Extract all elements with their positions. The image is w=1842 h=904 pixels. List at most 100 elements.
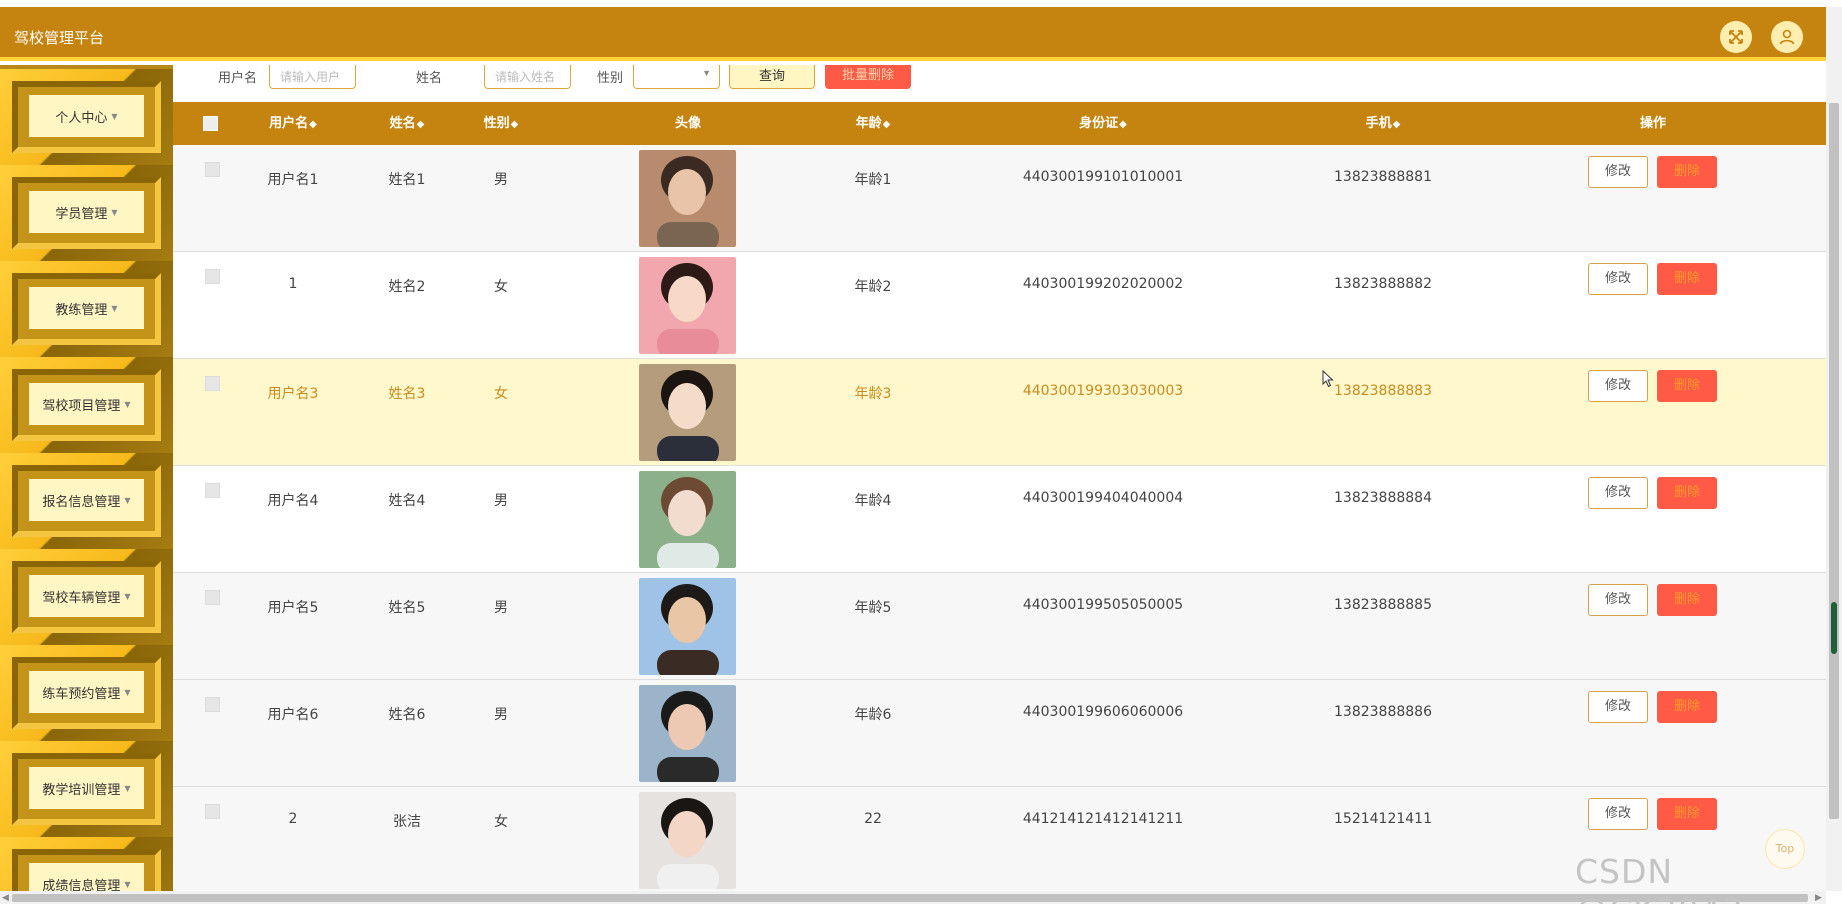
sidebar-item[interactable]: 驾校项目管理 ▼ <box>0 357 173 453</box>
sidebar-item[interactable]: 个人中心 ▼ <box>0 69 173 165</box>
cell-phone: 13823888882 <box>1334 276 1432 292</box>
table-row[interactable]: 用户名3 姓名3 女 年龄3 440300199303030003 13823888883… <box>173 359 1826 466</box>
mouse-cursor-icon <box>1322 370 1334 388</box>
edit-button[interactable]: 修改 <box>1588 156 1648 188</box>
cell-gender: 男 <box>494 600 508 616</box>
scroll-left-icon[interactable]: ◀ <box>2 892 9 903</box>
main-content: 用户名 请输入用户 姓名 请输入姓名 性别 ▼ 查询 批量删除 用户名◆ 姓名◆… <box>173 65 1826 891</box>
delete-button[interactable]: 删除 <box>1657 156 1717 188</box>
sort-icon: ◆ <box>1119 119 1127 130</box>
row-checkbox[interactable] <box>205 483 220 498</box>
cell-phone: 13823888885 <box>1334 597 1432 613</box>
row-checkbox[interactable] <box>205 804 220 819</box>
horizontal-scrollbar-thumb[interactable] <box>12 894 1808 902</box>
sidebar-item-button[interactable]: 驾校车辆管理 ▼ <box>29 575 144 617</box>
cell-username: 2 <box>288 811 298 827</box>
avatar-image <box>639 471 736 568</box>
vertical-scrollbar[interactable] <box>1826 7 1842 891</box>
cell-gender: 男 <box>494 493 508 509</box>
edit-button[interactable]: 修改 <box>1588 263 1648 295</box>
cell-id-card: 440300199101010001 <box>1022 169 1184 185</box>
select-all-checkbox[interactable] <box>203 116 218 131</box>
query-button[interactable]: 查询 <box>729 65 815 89</box>
row-checkbox[interactable] <box>205 376 220 391</box>
sidebar-item[interactable]: 报名信息管理 ▼ <box>0 453 173 549</box>
gender-select[interactable]: ▼ <box>633 65 720 89</box>
sidebar-item[interactable]: 成绩信息管理 ▼ <box>0 837 173 891</box>
col-username[interactable]: 用户名◆ <box>253 102 333 145</box>
gender-label: 性别 <box>597 71 624 86</box>
sidebar-item-button[interactable]: 学员管理 ▼ <box>29 191 144 233</box>
chevron-down-icon: ▼ <box>111 303 118 313</box>
table-header: 用户名◆ 姓名◆ 性别◆ 头像 年龄◆ 身份证◆ 手机◆ 操作 <box>173 102 1826 145</box>
avatar <box>639 257 736 354</box>
delete-button[interactable]: 删除 <box>1657 477 1717 509</box>
avatar-image <box>639 578 736 675</box>
edit-button[interactable]: 修改 <box>1588 584 1648 616</box>
cell-id-card: 440300199303030003 <box>1022 383 1184 399</box>
col-username-label: 用户名 <box>269 116 309 131</box>
cell-id-card: 441214121412141211 <box>1022 811 1184 827</box>
chevron-down-icon: ▼ <box>111 111 118 121</box>
cell-username: 用户名4 <box>267 493 319 509</box>
cell-username: 1 <box>288 276 298 292</box>
edit-button[interactable]: 修改 <box>1588 477 1648 509</box>
row-checkbox[interactable] <box>205 697 220 712</box>
sidebar-item[interactable]: 驾校车辆管理 ▼ <box>0 549 173 645</box>
delete-button[interactable]: 删除 <box>1657 584 1717 616</box>
col-age-label: 年龄 <box>855 116 882 131</box>
row-checkbox[interactable] <box>205 162 220 177</box>
horizontal-scrollbar[interactable]: ◀ ▶ <box>0 891 1826 904</box>
sidebar-item-button[interactable]: 教练管理 ▼ <box>29 287 144 329</box>
row-checkbox[interactable] <box>205 269 220 284</box>
delete-button[interactable]: 删除 <box>1657 263 1717 295</box>
name-input[interactable]: 请输入姓名 <box>484 65 571 89</box>
username-input[interactable]: 请输入用户 <box>269 65 356 89</box>
table-row[interactable]: 1 姓名2 女 年龄2 440300199202020002 13823888882 修改删… <box>173 252 1826 359</box>
table-row[interactable]: 用户名1 姓名1 男 年龄1 440300199101010001 13823888881… <box>173 145 1826 252</box>
sidebar-item-label: 驾校车辆管理 <box>42 590 121 606</box>
cell-id-card: 440300199505050005 <box>1022 597 1184 613</box>
vertical-scrollbar-thumb[interactable] <box>1829 103 1839 819</box>
col-name[interactable]: 姓名◆ <box>373 102 441 145</box>
edit-button[interactable]: 修改 <box>1588 691 1648 723</box>
user-button[interactable] <box>1771 21 1803 53</box>
sidebar-item[interactable]: 教练管理 ▼ <box>0 261 173 357</box>
sidebar-item[interactable]: 学员管理 ▼ <box>0 165 173 261</box>
cell-id-card: 440300199606060006 <box>1022 704 1184 720</box>
sidebar-item-button[interactable]: 教学培训管理 ▼ <box>29 767 144 809</box>
sidebar-item-button[interactable]: 成绩信息管理 ▼ <box>29 863 144 891</box>
col-gender[interactable]: 性别◆ <box>471 102 531 145</box>
sidebar-item-button[interactable]: 个人中心 ▼ <box>29 95 144 137</box>
sidebar-item[interactable]: 教学培训管理 ▼ <box>0 741 173 837</box>
avatar <box>639 150 736 247</box>
row-checkbox[interactable] <box>205 590 220 605</box>
fullscreen-button[interactable] <box>1720 21 1752 53</box>
table-row[interactable]: 用户名4 姓名4 男 年龄4 440300199404040004 13823888884… <box>173 466 1826 573</box>
sidebar-item-button[interactable]: 报名信息管理 ▼ <box>29 479 144 521</box>
chevron-down-icon: ▼ <box>124 879 131 889</box>
col-actions-label: 操作 <box>1639 116 1666 131</box>
avatar <box>639 471 736 568</box>
edit-button[interactable]: 修改 <box>1588 370 1648 402</box>
delete-button[interactable]: 删除 <box>1657 691 1717 723</box>
table-row[interactable]: 用户名5 姓名5 男 年龄5 440300199505050005 13823888885… <box>173 573 1826 680</box>
col-age[interactable]: 年龄◆ <box>833 102 913 145</box>
sort-icon: ◆ <box>416 119 425 130</box>
table-row[interactable]: 用户名6 姓名6 男 年龄6 440300199606060006 13823888886… <box>173 680 1826 787</box>
sidebar-item-button[interactable]: 驾校项目管理 ▼ <box>29 383 144 425</box>
cell-name: 姓名5 <box>388 600 426 616</box>
sidebar-item-label: 驾校项目管理 <box>42 398 121 414</box>
delete-button[interactable]: 删除 <box>1657 798 1717 830</box>
batch-delete-button[interactable]: 批量删除 <box>825 65 911 89</box>
sidebar-item-button[interactable]: 练车预约管理 ▼ <box>29 671 144 713</box>
edit-button[interactable]: 修改 <box>1588 798 1648 830</box>
sidebar-item[interactable]: 练车预约管理 ▼ <box>0 645 173 741</box>
delete-button[interactable]: 删除 <box>1657 370 1717 402</box>
col-phone[interactable]: 手机◆ <box>1343 102 1423 145</box>
chevron-down-icon: ▼ <box>702 68 711 78</box>
chevron-down-icon: ▼ <box>124 687 131 697</box>
col-id-card[interactable]: 身份证◆ <box>1053 102 1153 145</box>
cell-name: 张洁 <box>393 814 421 830</box>
chevron-down-icon: ▼ <box>124 783 131 793</box>
